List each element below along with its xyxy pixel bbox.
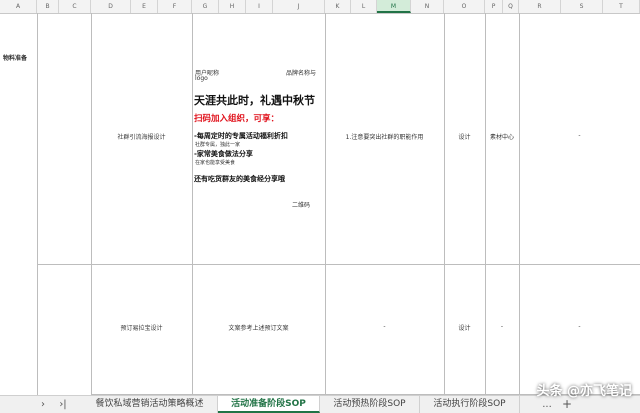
column-header-d[interactable]: D [91, 0, 131, 13]
column-header-j[interactable]: J [273, 0, 325, 13]
grid-line [91, 13, 92, 395]
poster-headline: 天涯共此时，礼遇中秋节 [194, 94, 315, 107]
column-header-q[interactable]: Q [503, 0, 519, 13]
grid-line [325, 13, 326, 395]
logo-label: logo [195, 75, 208, 82]
benefit-1-sub: 社群专属，独此一家 [195, 142, 241, 148]
material-type-cell[interactable]: 社群引流海报设计 [91, 132, 192, 141]
grid-line [37, 264, 640, 265]
column-header-e[interactable]: E [131, 0, 158, 13]
column-header-m[interactable]: M [377, 0, 411, 13]
grid-line [519, 13, 520, 395]
column-header-h[interactable]: H [219, 0, 246, 13]
benefit-2-sub: 在家也能享受美食 [195, 160, 236, 166]
column-header-f[interactable]: F [158, 0, 192, 13]
grid-line [444, 13, 445, 395]
column-header-n[interactable]: N [411, 0, 444, 13]
stage-cell[interactable]: 物料准备 [3, 53, 27, 62]
column-header-bar: A B C D E F G H I J K L M N O P Q R S T [0, 0, 640, 14]
qr-code-label: 二维码 [292, 202, 311, 209]
extra-cell[interactable]: - [519, 323, 640, 330]
benefit-2: -家常美食做法分享 [194, 150, 253, 158]
sheet-tab-warmup[interactable]: 活动预热阶段SOP [320, 396, 420, 413]
poster-cta: 扫码加入组织，可享： [194, 114, 280, 124]
grid-line [37, 13, 38, 395]
grid-line [192, 13, 193, 395]
notes-cell[interactable]: - [325, 323, 444, 330]
column-header-t[interactable]: T [603, 0, 640, 13]
column-header-k[interactable]: K [325, 0, 351, 13]
sheet-tab-preparation[interactable]: 活动准备阶段SOP [218, 396, 320, 413]
grid-line [485, 13, 486, 395]
benefit-1: -每周定时的专属活动福利折扣 [194, 132, 288, 140]
column-header-r[interactable]: R [519, 0, 561, 13]
source-cell[interactable]: 素材中心 [485, 132, 519, 141]
column-header-i[interactable]: I [246, 0, 273, 13]
column-header-a[interactable]: A [0, 0, 37, 13]
watermark: 头条 @亦飞笔记 [536, 384, 632, 399]
benefit-3: 还有吃货群友的美食经分享哦 [194, 175, 285, 183]
column-header-s[interactable]: S [561, 0, 603, 13]
column-header-c[interactable]: C [59, 0, 91, 13]
owner-cell[interactable]: 设计 [444, 132, 485, 141]
column-header-l[interactable]: L [351, 0, 377, 13]
owner-cell[interactable]: 设计 [444, 323, 485, 332]
sheet-tab-execution[interactable]: 活动执行阶段SOP [420, 396, 520, 413]
source-cell[interactable]: - [485, 323, 519, 330]
column-header-g[interactable]: G [192, 0, 219, 13]
extra-cell[interactable]: - [519, 132, 640, 139]
column-header-p[interactable]: P [485, 0, 503, 13]
column-header-b[interactable]: B [37, 0, 59, 13]
next-sheet-button[interactable]: › [36, 396, 50, 413]
brand-label: 品牌名称与 [286, 70, 317, 77]
sheet-tab-overview[interactable]: 餐饮私域营销活动策略概述 [82, 396, 218, 413]
material-type-cell[interactable]: 预订易拉宝设计 [91, 323, 192, 332]
column-header-o[interactable]: O [444, 0, 485, 13]
last-sheet-button[interactable]: ›| [55, 396, 71, 413]
notes-cell[interactable]: 1.注意要突出社群的职能作用 [325, 132, 444, 141]
content-cell[interactable]: 文案参考上述预订文案 [192, 323, 325, 332]
